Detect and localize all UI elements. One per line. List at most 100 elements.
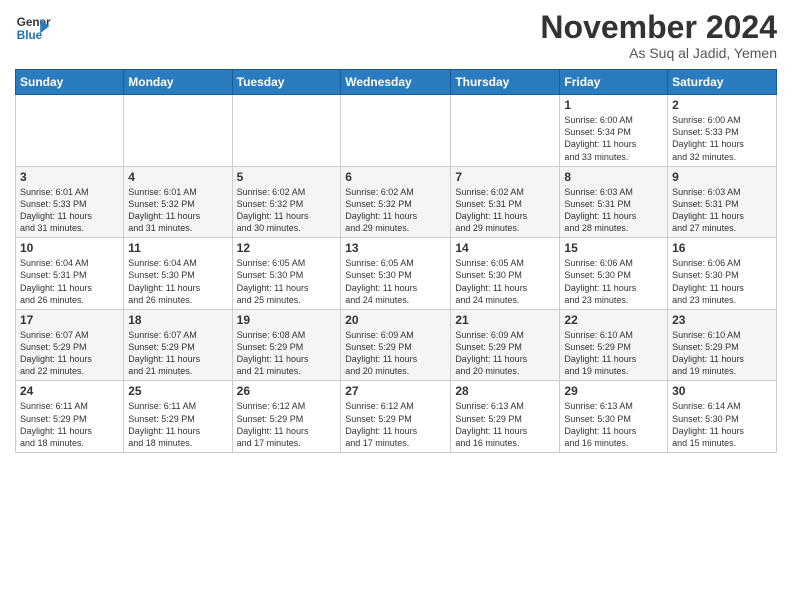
calendar-cell — [16, 95, 124, 167]
day-info: Sunrise: 6:01 AM Sunset: 5:33 PM Dayligh… — [20, 186, 119, 235]
day-number: 21 — [455, 313, 555, 327]
calendar-cell: 3 Sunrise: 6:01 AM Sunset: 5:33 PM Daylig… — [16, 166, 124, 238]
weekday-monday: Monday — [124, 70, 232, 95]
day-info: Sunrise: 6:03 AM Sunset: 5:31 PM Dayligh… — [672, 186, 772, 235]
day-info: Sunrise: 6:00 AM Sunset: 5:34 PM Dayligh… — [564, 114, 663, 163]
day-number: 7 — [455, 170, 555, 184]
calendar-cell: 18 Sunrise: 6:07 AM Sunset: 5:29 PM Dayli… — [124, 309, 232, 381]
day-number: 1 — [564, 98, 663, 112]
calendar-cell: 27 Sunrise: 6:12 AM Sunset: 5:29 PM Dayli… — [341, 381, 451, 453]
weekday-friday: Friday — [560, 70, 668, 95]
day-number: 26 — [237, 384, 337, 398]
day-info: Sunrise: 6:10 AM Sunset: 5:29 PM Dayligh… — [564, 329, 663, 378]
weekday-saturday: Saturday — [668, 70, 777, 95]
calendar-cell: 23 Sunrise: 6:10 AM Sunset: 5:29 PM Dayli… — [668, 309, 777, 381]
day-info: Sunrise: 6:09 AM Sunset: 5:29 PM Dayligh… — [455, 329, 555, 378]
day-number: 8 — [564, 170, 663, 184]
day-number: 15 — [564, 241, 663, 255]
day-number: 23 — [672, 313, 772, 327]
calendar-cell: 24Sunrise: 6:11 AM Sunset: 5:29 PM Dayli… — [16, 381, 124, 453]
calendar-table: SundayMondayTuesdayWednesdayThursdayFrid… — [15, 69, 777, 453]
calendar-cell: 10 Sunrise: 6:04 AM Sunset: 5:31 PM Dayli… — [16, 238, 124, 310]
calendar-cell: 6Sunrise: 6:02 AM Sunset: 5:32 PM Daylig… — [341, 166, 451, 238]
day-number: 27 — [345, 384, 446, 398]
day-info: Sunrise: 6:11 AM Sunset: 5:29 PM Dayligh… — [128, 400, 227, 449]
day-info: Sunrise: 6:11 AM Sunset: 5:29 PM Dayligh… — [20, 400, 119, 449]
day-number: 14 — [455, 241, 555, 255]
day-number: 19 — [237, 313, 337, 327]
day-number: 29 — [564, 384, 663, 398]
calendar-week-4: 24Sunrise: 6:11 AM Sunset: 5:29 PM Dayli… — [16, 381, 777, 453]
calendar-cell: 4Sunrise: 6:01 AM Sunset: 5:32 PM Daylig… — [124, 166, 232, 238]
day-info: Sunrise: 6:07 AM Sunset: 5:29 PM Dayligh… — [128, 329, 227, 378]
day-info: Sunrise: 6:12 AM Sunset: 5:29 PM Dayligh… — [345, 400, 446, 449]
day-number: 17 — [20, 313, 119, 327]
location-subtitle: As Suq al Jadid, Yemen — [540, 45, 777, 61]
header: General Blue November 2024 As Suq al Jad… — [15, 10, 777, 61]
calendar-cell — [341, 95, 451, 167]
calendar-cell: 22 Sunrise: 6:10 AM Sunset: 5:29 PM Dayli… — [560, 309, 668, 381]
day-info: Sunrise: 6:13 AM Sunset: 5:30 PM Dayligh… — [564, 400, 663, 449]
day-number: 16 — [672, 241, 772, 255]
calendar-cell — [451, 95, 560, 167]
day-info: Sunrise: 6:03 AM Sunset: 5:31 PM Dayligh… — [564, 186, 663, 235]
calendar-cell: 28Sunrise: 6:13 AM Sunset: 5:29 PM Dayli… — [451, 381, 560, 453]
logo: General Blue — [15, 10, 51, 46]
page: General Blue November 2024 As Suq al Jad… — [0, 0, 792, 463]
day-info: Sunrise: 6:05 AM Sunset: 5:30 PM Dayligh… — [237, 257, 337, 306]
calendar-cell: 17 Sunrise: 6:07 AM Sunset: 5:29 PM Dayli… — [16, 309, 124, 381]
day-number: 11 — [128, 241, 227, 255]
logo-icon: General Blue — [15, 10, 51, 46]
day-info: Sunrise: 6:05 AM Sunset: 5:30 PM Dayligh… — [455, 257, 555, 306]
day-number: 5 — [237, 170, 337, 184]
day-info: Sunrise: 6:10 AM Sunset: 5:29 PM Dayligh… — [672, 329, 772, 378]
day-info: Sunrise: 6:01 AM Sunset: 5:32 PM Dayligh… — [128, 186, 227, 235]
day-info: Sunrise: 6:05 AM Sunset: 5:30 PM Dayligh… — [345, 257, 446, 306]
weekday-sunday: Sunday — [16, 70, 124, 95]
day-info: Sunrise: 6:07 AM Sunset: 5:29 PM Dayligh… — [20, 329, 119, 378]
day-number: 3 — [20, 170, 119, 184]
day-info: Sunrise: 6:04 AM Sunset: 5:31 PM Dayligh… — [20, 257, 119, 306]
day-number: 22 — [564, 313, 663, 327]
calendar-cell: 11 Sunrise: 6:04 AM Sunset: 5:30 PM Dayli… — [124, 238, 232, 310]
calendar-week-0: 1 Sunrise: 6:00 AM Sunset: 5:34 PM Daylig… — [16, 95, 777, 167]
day-number: 10 — [20, 241, 119, 255]
day-info: Sunrise: 6:12 AM Sunset: 5:29 PM Dayligh… — [237, 400, 337, 449]
calendar-cell: 21 Sunrise: 6:09 AM Sunset: 5:29 PM Dayli… — [451, 309, 560, 381]
calendar-cell: 13 Sunrise: 6:05 AM Sunset: 5:30 PM Dayli… — [341, 238, 451, 310]
calendar-cell: 15 Sunrise: 6:06 AM Sunset: 5:30 PM Dayli… — [560, 238, 668, 310]
day-info: Sunrise: 6:02 AM Sunset: 5:32 PM Dayligh… — [237, 186, 337, 235]
day-info: Sunrise: 6:04 AM Sunset: 5:30 PM Dayligh… — [128, 257, 227, 306]
day-info: Sunrise: 6:14 AM Sunset: 5:30 PM Dayligh… — [672, 400, 772, 449]
day-number: 20 — [345, 313, 446, 327]
weekday-wednesday: Wednesday — [341, 70, 451, 95]
calendar-week-2: 10 Sunrise: 6:04 AM Sunset: 5:31 PM Dayli… — [16, 238, 777, 310]
calendar-week-1: 3 Sunrise: 6:01 AM Sunset: 5:33 PM Daylig… — [16, 166, 777, 238]
day-info: Sunrise: 6:06 AM Sunset: 5:30 PM Dayligh… — [564, 257, 663, 306]
calendar-cell — [124, 95, 232, 167]
day-number: 28 — [455, 384, 555, 398]
weekday-thursday: Thursday — [451, 70, 560, 95]
day-info: Sunrise: 6:02 AM Sunset: 5:31 PM Dayligh… — [455, 186, 555, 235]
day-number: 18 — [128, 313, 227, 327]
calendar-cell: 16Sunrise: 6:06 AM Sunset: 5:30 PM Dayli… — [668, 238, 777, 310]
calendar-cell: 20 Sunrise: 6:09 AM Sunset: 5:29 PM Dayli… — [341, 309, 451, 381]
day-info: Sunrise: 6:00 AM Sunset: 5:33 PM Dayligh… — [672, 114, 772, 163]
calendar-cell: 8 Sunrise: 6:03 AM Sunset: 5:31 PM Daylig… — [560, 166, 668, 238]
weekday-header-row: SundayMondayTuesdayWednesdayThursdayFrid… — [16, 70, 777, 95]
day-number: 25 — [128, 384, 227, 398]
calendar-cell: 29 Sunrise: 6:13 AM Sunset: 5:30 PM Dayli… — [560, 381, 668, 453]
calendar-cell — [232, 95, 341, 167]
calendar-cell: 12Sunrise: 6:05 AM Sunset: 5:30 PM Dayli… — [232, 238, 341, 310]
calendar-cell: 14 Sunrise: 6:05 AM Sunset: 5:30 PM Dayli… — [451, 238, 560, 310]
calendar-cell: 25 Sunrise: 6:11 AM Sunset: 5:29 PM Dayli… — [124, 381, 232, 453]
day-number: 6 — [345, 170, 446, 184]
calendar-week-3: 17 Sunrise: 6:07 AM Sunset: 5:29 PM Dayli… — [16, 309, 777, 381]
calendar-cell: 26 Sunrise: 6:12 AM Sunset: 5:29 PM Dayli… — [232, 381, 341, 453]
day-number: 30 — [672, 384, 772, 398]
day-info: Sunrise: 6:09 AM Sunset: 5:29 PM Dayligh… — [345, 329, 446, 378]
day-number: 13 — [345, 241, 446, 255]
svg-text:Blue: Blue — [17, 29, 43, 42]
day-info: Sunrise: 6:08 AM Sunset: 5:29 PM Dayligh… — [237, 329, 337, 378]
calendar-cell: 30 Sunrise: 6:14 AM Sunset: 5:30 PM Dayli… — [668, 381, 777, 453]
